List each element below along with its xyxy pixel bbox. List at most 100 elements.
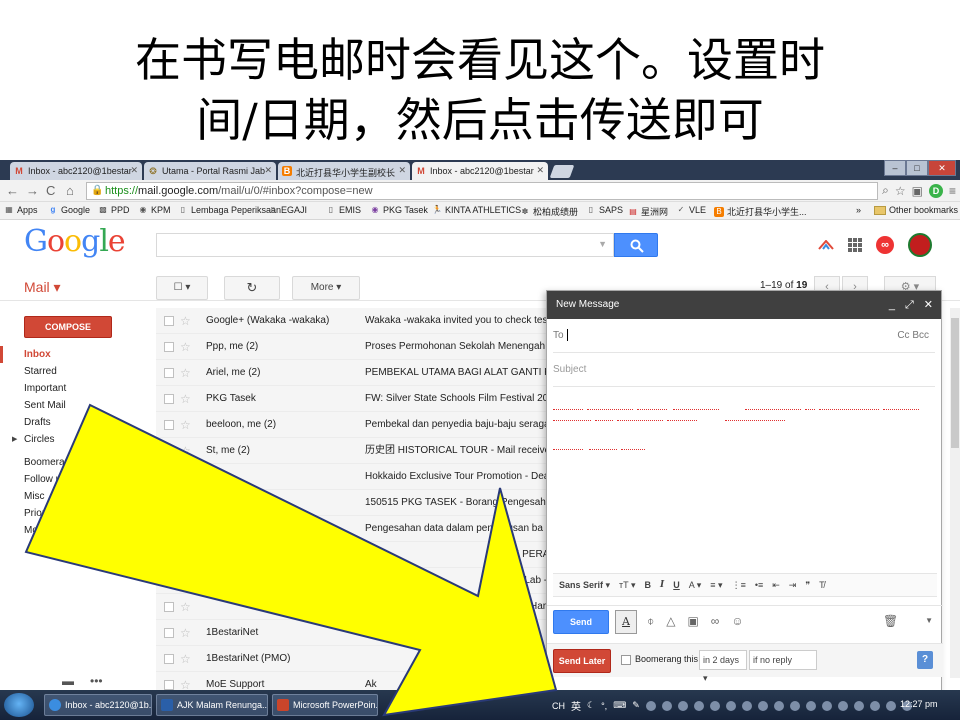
bookmark-google[interactable]: g Google (48, 205, 90, 215)
table-row[interactable]: ☆ beeloon, me (2) Pembekal dan penyedia ba… (156, 412, 560, 438)
menu-icon[interactable]: ≡ (949, 184, 956, 198)
scrollbar-thumb[interactable] (951, 318, 959, 448)
star-icon[interactable]: ☆ (180, 646, 191, 671)
language-indicator[interactable]: CH (552, 701, 565, 711)
back-icon[interactable]: ← (6, 183, 19, 199)
taskbar-item-word[interactable]: AJK Malam Renunga... (156, 694, 268, 716)
sidebar-item-drafts[interactable]: Drafts (0, 414, 150, 431)
table-row[interactable]: ☆ e Lab - (156, 568, 560, 594)
formatting-toggle-icon[interactable]: A (615, 610, 637, 634)
bookmark-apps[interactable]: ▦ Apps (4, 205, 37, 215)
extension-icon[interactable]: D (928, 183, 943, 198)
close-tab-icon[interactable]: ✕ (536, 165, 544, 176)
minimize-compose-icon[interactable]: _ (889, 291, 895, 319)
minimize-icon[interactable]: – (884, 160, 906, 176)
row-checkbox[interactable] (164, 680, 174, 690)
emoji-icon[interactable]: ☺ (731, 614, 743, 629)
bookmarks-overflow[interactable]: » (856, 205, 861, 215)
font-size-icon[interactable]: тT ▾ (619, 580, 635, 591)
tray-icon[interactable] (789, 700, 800, 711)
sidebar-item-priority[interactable]: Priority (0, 505, 150, 522)
star-icon[interactable]: ☆ (180, 620, 191, 645)
sidebar-item-misc[interactable]: Misc (0, 488, 150, 505)
star-icon[interactable]: ☆ (180, 516, 191, 541)
tray-icon[interactable] (757, 700, 768, 711)
new-tab-button[interactable] (549, 165, 575, 178)
table-row[interactable]: ☆ SERI PERA (156, 542, 560, 568)
table-row[interactable]: ☆ 1BestariNet (156, 620, 560, 646)
drive-icon[interactable]: △ (666, 614, 675, 629)
start-button[interactable] (4, 693, 34, 717)
send-button[interactable]: Send (553, 610, 609, 634)
table-row[interactable]: ☆ Hokkaido Exclusive Tour Promotion - Dea (156, 464, 560, 490)
refresh-icon[interactable]: ↻ (224, 276, 280, 300)
more-button[interactable]: More ▾ (292, 276, 360, 300)
tray-icon[interactable] (677, 700, 688, 711)
ime-punct-icon[interactable]: °, (601, 701, 607, 711)
message-body[interactable] (553, 387, 935, 587)
window-close-icon[interactable]: ✕ (928, 160, 956, 176)
bookmark-star-icon[interactable]: ☆ (895, 184, 906, 198)
boomerang-delay-select[interactable]: in 2 days ▾ (699, 650, 747, 683)
ime-indicator[interactable]: 英 (571, 698, 581, 713)
star-icon[interactable]: ☆ (180, 438, 191, 463)
close-tab-icon[interactable]: ✕ (398, 165, 406, 176)
numbered-list-icon[interactable]: ⋮≡ (732, 580, 746, 591)
star-icon[interactable]: ☆ (180, 308, 191, 333)
help-icon[interactable]: ? (917, 651, 933, 669)
page-scrollbar[interactable] (950, 308, 960, 678)
close-tab-icon[interactable]: ✕ (130, 165, 138, 176)
row-checkbox[interactable] (164, 342, 174, 352)
underline-icon[interactable]: U (673, 580, 680, 590)
expand-icon[interactable]: ▶ (12, 431, 17, 448)
photo-icon[interactable]: ▣ (687, 614, 698, 629)
row-checkbox[interactable] (164, 654, 174, 664)
table-row[interactable]: ☆ St, me (2) 历史团 HISTORICAL TOUR - Mail re… (156, 438, 560, 464)
star-icon[interactable]: ☆ (180, 360, 191, 385)
font-family-select[interactable]: Sans Serif ▾ (559, 580, 610, 591)
row-checkbox[interactable] (164, 576, 174, 586)
quote-icon[interactable]: ❞ (805, 580, 810, 591)
expand-compose-icon[interactable]: ⤢ (905, 291, 914, 319)
translate-icon[interactable]: ▣ (912, 184, 923, 198)
compose-button[interactable]: COMPOSE (24, 316, 112, 338)
row-checkbox[interactable] (164, 628, 174, 638)
browser-tab-2[interactable]: ❂ Utama - Portal Rasmi Jab ✕ (144, 162, 276, 180)
sidebar-item-circles[interactable]: ▶ Circles (0, 431, 150, 448)
tray-icon[interactable] (853, 700, 864, 711)
taskbar-item-chrome[interactable]: Inbox - abc2120@1b... (44, 694, 152, 716)
reload-icon[interactable]: C (46, 183, 55, 199)
row-checkbox[interactable] (164, 446, 174, 456)
star-icon[interactable]: ☆ (180, 594, 191, 619)
row-checkbox[interactable] (164, 602, 174, 612)
tray-icon[interactable] (693, 700, 704, 711)
row-checkbox[interactable] (164, 472, 174, 482)
row-checkbox[interactable] (164, 420, 174, 430)
row-checkbox[interactable] (164, 316, 174, 326)
tray-icon[interactable] (709, 700, 720, 711)
row-checkbox[interactable] (164, 394, 174, 404)
keyboard-icon[interactable]: ⌨ (613, 700, 626, 711)
subject-field[interactable]: Subject (553, 353, 935, 387)
trash-icon[interactable]: 🗑 (883, 614, 898, 628)
table-row[interactable]: ☆ Pengesahan data dalam pengurusan ba (156, 516, 560, 542)
boomerang-condition-select[interactable]: if no reply (749, 650, 817, 670)
close-tab-icon[interactable]: ✕ (264, 165, 272, 176)
tray-icon[interactable] (885, 700, 896, 711)
sidebar-item-follow-up[interactable]: Follow up (0, 471, 150, 488)
avatar[interactable] (908, 233, 932, 257)
browser-tab-3[interactable]: B 北近打县华小学生副校长 ✕ (278, 162, 410, 180)
google-logo[interactable]: Google (24, 224, 126, 259)
google-apps-icon[interactable] (848, 238, 862, 252)
bookmark-saps[interactable]: ▯ SAPS (586, 205, 623, 215)
address-bar[interactable]: 🔒 https://mail.google.com/mail/u/0/#inbo… (86, 182, 878, 200)
zoom-icon[interactable]: ⌕ (882, 183, 889, 198)
star-icon[interactable]: ☆ (180, 386, 191, 411)
attach-icon[interactable]: ⌽ (647, 614, 654, 629)
sidebar-item-sent[interactable]: Sent Mail (0, 397, 150, 414)
send-later-button[interactable]: Send Later (553, 649, 611, 673)
tray-icon[interactable] (661, 700, 672, 711)
text-color-icon[interactable]: A ▾ (689, 580, 702, 591)
search-button[interactable] (614, 233, 658, 257)
star-icon[interactable]: ☆ (180, 464, 191, 489)
